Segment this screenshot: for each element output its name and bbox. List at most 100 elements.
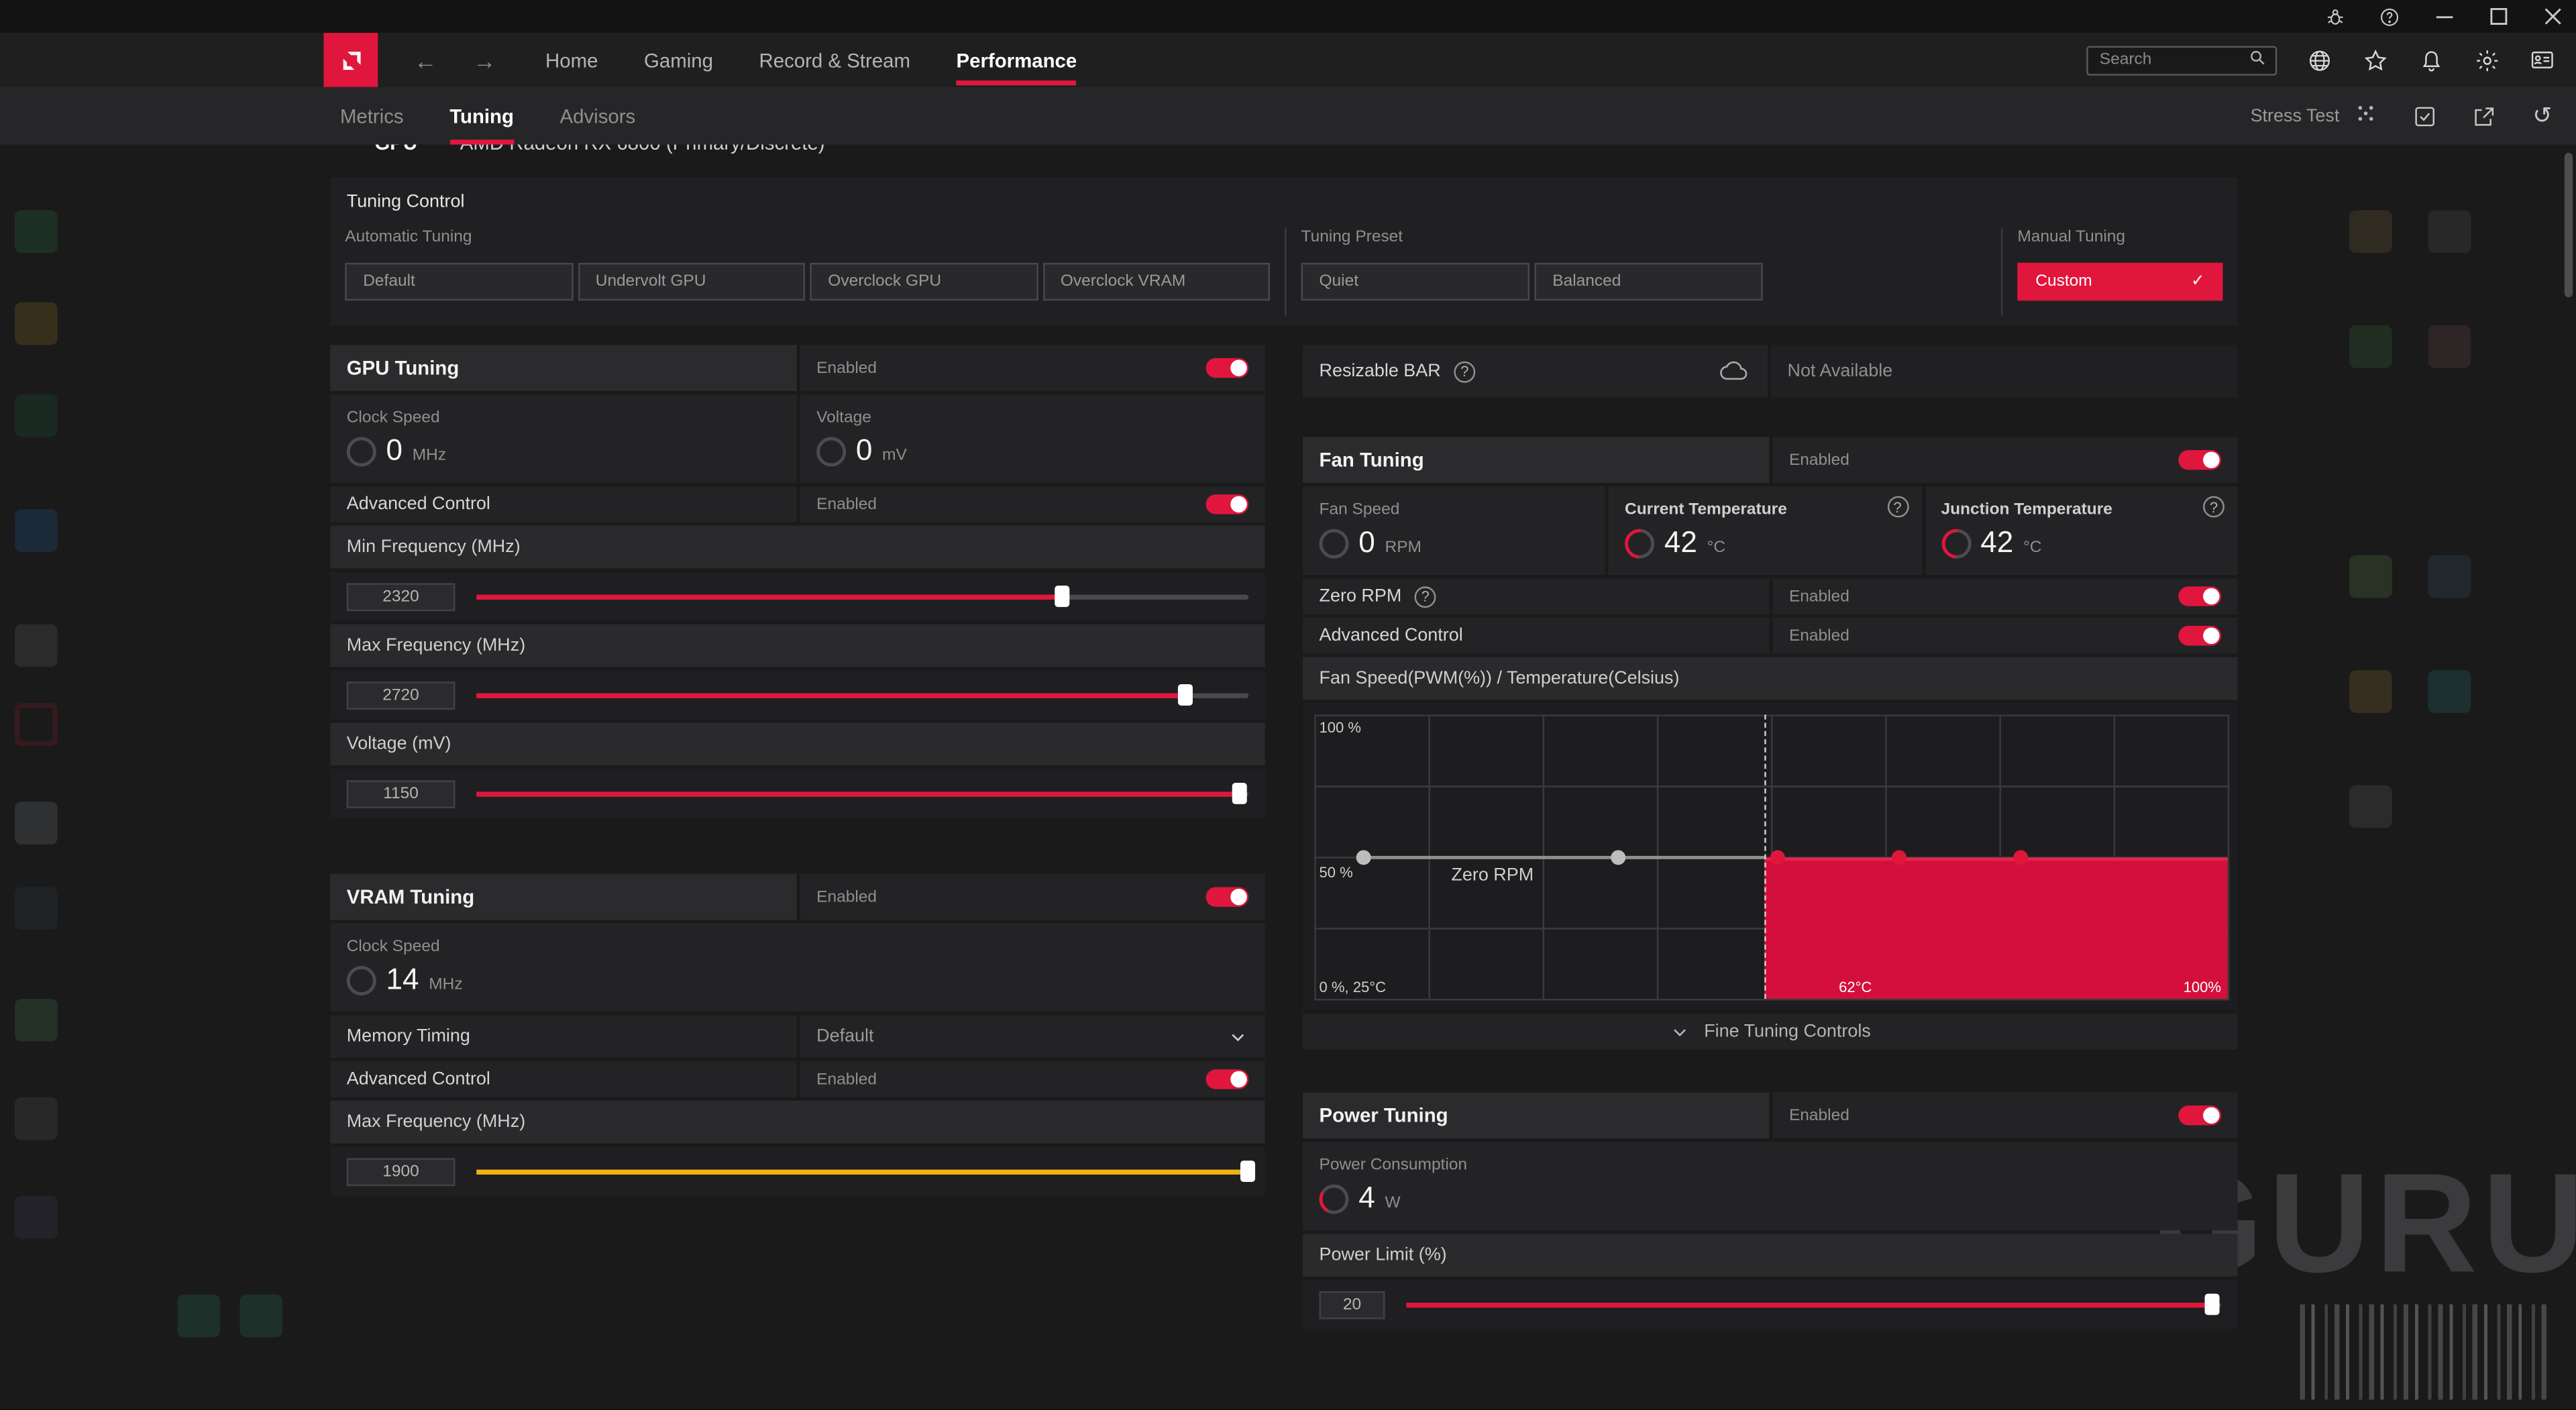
scrollbar[interactable] — [2565, 145, 2573, 1410]
reset-icon[interactable]: ↺ — [2528, 102, 2557, 130]
power-limit-input[interactable]: 20 — [1320, 1291, 1385, 1319]
main-navbar: ← → Home Gaming Record & Stream Performa… — [0, 33, 2576, 87]
fan-curve-point[interactable] — [1611, 849, 1626, 864]
tab-advisors[interactable]: Advisors — [560, 105, 636, 127]
bug-report-icon[interactable] — [2324, 6, 2346, 28]
slider-handle[interactable] — [1179, 684, 1193, 706]
nav-home[interactable]: Home — [545, 48, 598, 71]
min-frequency-slider[interactable] — [476, 594, 1248, 598]
stress-test-button[interactable]: Stress Test — [2251, 100, 2379, 131]
fan-advanced-toggle[interactable] — [2178, 626, 2221, 645]
resizable-bar-status: Not Available — [1771, 345, 2238, 397]
min-frequency-input[interactable]: 2320 — [347, 582, 455, 610]
fine-tuning-controls[interactable]: Fine Tuning Controls — [1303, 1014, 2237, 1050]
gpu-tuning-toggle[interactable] — [1206, 358, 1249, 378]
voltage-slider[interactable] — [476, 791, 1248, 796]
fan-advanced-status: Enabled — [1789, 627, 1849, 645]
slider-handle[interactable] — [1240, 1160, 1255, 1182]
quiet-button[interactable]: Quiet — [1301, 263, 1529, 301]
overclock-gpu-button[interactable]: Overclock GPU — [810, 263, 1037, 301]
notifications-bell-icon[interactable] — [2416, 46, 2445, 74]
amd-logo[interactable] — [323, 33, 378, 87]
undervolt-gpu-button[interactable]: Undervolt GPU — [578, 263, 805, 301]
gpu-tuning-card: GPU Tuning Enabled Clock Speed 0 MHz — [330, 345, 1265, 818]
close-button[interactable] — [2542, 6, 2563, 28]
export-share-icon[interactable] — [2469, 102, 2498, 130]
help-icon[interactable]: ? — [1415, 586, 1436, 607]
fan-speed-value: 0 — [1358, 526, 1375, 560]
fan-curve-point[interactable] — [2013, 849, 2028, 864]
cloud-icon — [1719, 358, 1752, 384]
slider-handle[interactable] — [1055, 586, 1070, 607]
desktop-icon — [15, 509, 58, 552]
nav-gaming[interactable]: Gaming — [644, 48, 713, 71]
zero-rpm-label: Zero RPM — [1320, 586, 1402, 606]
favorites-star-icon[interactable] — [2361, 46, 2389, 74]
overclock-vram-button[interactable]: Overclock VRAM — [1042, 263, 1270, 301]
vram-max-frequency-slider[interactable] — [476, 1169, 1248, 1173]
fan-tuning-title: Fan Tuning — [1303, 437, 1770, 483]
tuning-preset-label: Tuning Preset — [1301, 228, 1986, 246]
search-field[interactable] — [2096, 49, 2247, 70]
slider-handle[interactable] — [1232, 783, 1247, 804]
account-card-icon[interactable] — [2528, 46, 2557, 74]
max-frequency-slider[interactable] — [476, 692, 1248, 697]
fan-curve-point[interactable] — [1892, 849, 1907, 864]
search-input[interactable] — [2086, 45, 2277, 74]
current-temperature-tick: 62°C — [1839, 979, 1872, 995]
power-limit-slider[interactable] — [1406, 1302, 2221, 1307]
desktop-icon — [15, 802, 58, 845]
voltage-gauge — [816, 436, 846, 466]
tab-tuning[interactable]: Tuning — [449, 105, 514, 127]
fan-tuning-toggle[interactable] — [2178, 450, 2221, 470]
tuning-preset-group: Tuning Preset Quiet Balanced — [1287, 219, 2001, 325]
fan-curve-inactive-line — [1363, 855, 1765, 859]
vram-advanced-toggle[interactable] — [1206, 1069, 1249, 1089]
vram-max-frequency-band: Max Frequency (MHz) — [330, 1101, 1265, 1144]
desktop-icon — [15, 210, 58, 253]
tuning-page: GURU GPU AMD Radeon RX 6800 (Primary/Dis… — [0, 145, 2576, 1410]
power-limit-band: Power Limit (%) — [1303, 1234, 2237, 1277]
nav-record-stream[interactable]: Record & Stream — [759, 48, 910, 71]
balanced-button[interactable]: Balanced — [1534, 263, 1762, 301]
zero-rpm-toggle[interactable] — [2178, 586, 2221, 606]
vram-tuning-card: VRAM Tuning Enabled Clock Speed 14 MHz — [330, 874, 1265, 1196]
maximize-button[interactable] — [2487, 6, 2509, 28]
globe-icon[interactable] — [2305, 46, 2333, 74]
vram-clock-gauge — [347, 965, 376, 995]
vram-tuning-toggle[interactable] — [1206, 887, 1249, 906]
automatic-tuning-label: Automatic Tuning — [345, 228, 1270, 246]
minimize-button[interactable] — [2433, 6, 2455, 28]
settings-gear-icon[interactable] — [2473, 46, 2501, 74]
tab-metrics[interactable]: Metrics — [340, 105, 404, 127]
fan-curve-point[interactable] — [1770, 849, 1784, 864]
memory-timing-value: Default — [816, 1027, 873, 1046]
default-button[interactable]: Default — [345, 263, 572, 301]
search-icon[interactable] — [2247, 45, 2267, 74]
forward-icon[interactable]: → — [473, 47, 496, 73]
slider-handle[interactable] — [2205, 1294, 2220, 1315]
desktop-icon — [2349, 325, 2392, 368]
automatic-tuning-group: Automatic Tuning Default Undervolt GPU O… — [330, 219, 1285, 325]
max-frequency-input[interactable]: 2720 — [347, 681, 455, 709]
voltage-input[interactable]: 1150 — [347, 779, 455, 808]
custom-button[interactable]: Custom ✓ — [2017, 263, 2222, 301]
power-tuning-toggle[interactable] — [2178, 1105, 2221, 1125]
help-icon[interactable]: ? — [2203, 496, 2224, 518]
gpu-tuning-title: GPU Tuning — [330, 345, 797, 391]
memory-timing-dropdown[interactable]: Default — [800, 1015, 1265, 1058]
tasks-check-icon[interactable] — [2410, 102, 2438, 130]
gpu-advanced-toggle[interactable] — [1206, 494, 1249, 514]
nav-performance[interactable]: Performance — [957, 48, 1077, 71]
fan-curve-plot[interactable]: 100 % 50 % Zero RPM 0 %, 25°C 100% 62°C — [1314, 714, 2229, 1000]
help-icon[interactable]: ? — [1454, 361, 1475, 382]
help-icon[interactable]: ? — [1887, 496, 1909, 518]
gpu-label: GPU — [374, 145, 417, 155]
help-icon[interactable] — [2379, 6, 2400, 28]
desktop-icon — [2428, 670, 2471, 713]
back-icon[interactable]: ← — [414, 47, 437, 73]
fan-curve-point[interactable] — [1356, 849, 1371, 864]
vram-max-frequency-input[interactable]: 1900 — [347, 1157, 455, 1185]
scrollbar-thumb[interactable] — [2565, 153, 2573, 298]
screen: ← → Home Gaming Record & Stream Performa… — [0, 0, 2576, 1409]
